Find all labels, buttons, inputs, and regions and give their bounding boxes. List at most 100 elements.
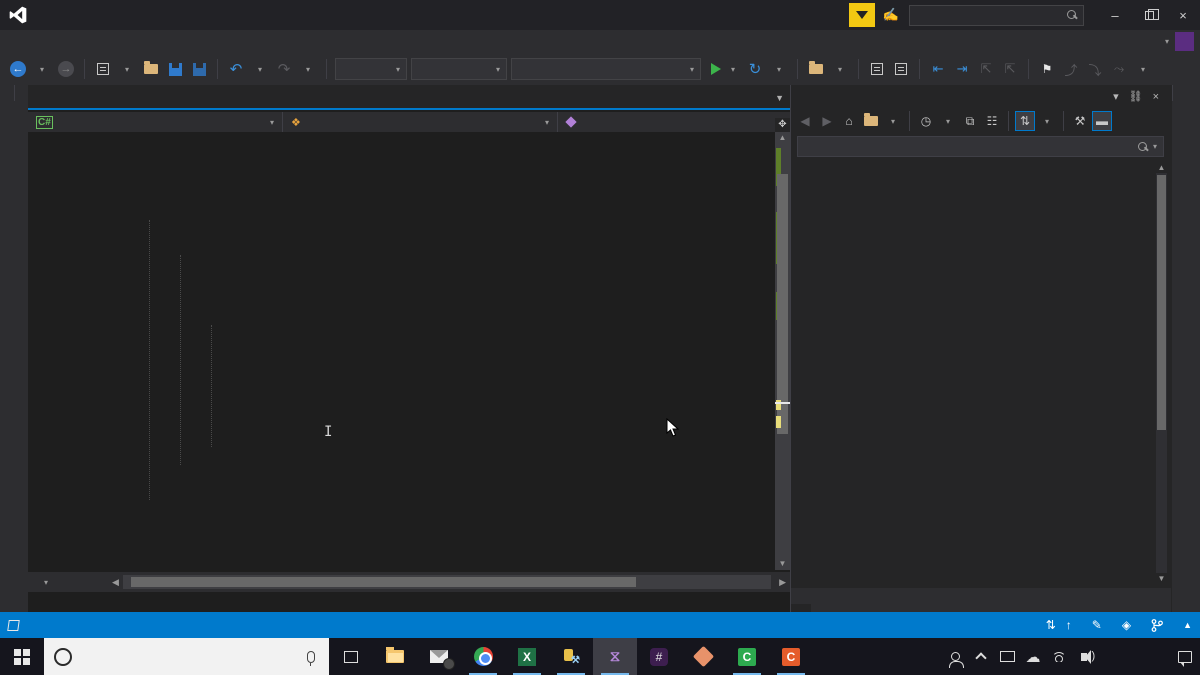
- display-icon[interactable]: [994, 651, 1020, 662]
- bookmark-icon[interactable]: ⚑: [1037, 59, 1057, 79]
- properties-wrench-icon[interactable]: ⚒: [1070, 111, 1090, 131]
- tab-team-explorer[interactable]: [811, 604, 831, 612]
- feedback-filter-icon[interactable]: [848, 3, 875, 27]
- indent-extra1-icon[interactable]: ⇱: [976, 59, 996, 79]
- home-icon[interactable]: ⌂: [839, 111, 859, 131]
- navigate-forward-icon[interactable]: →: [56, 59, 76, 79]
- panel-close-icon[interactable]: ×: [1148, 91, 1164, 103]
- panel-options-caret-icon[interactable]: ▾: [1108, 90, 1124, 103]
- editor-vertical-scrollbar[interactable]: ✥ ▲ ▼: [775, 118, 790, 570]
- refresh-caret-icon[interactable]: ▾: [769, 59, 789, 79]
- mail-button[interactable]: [417, 638, 461, 675]
- startup-project-dropdown[interactable]: ▾: [511, 58, 701, 80]
- se-scroll-up-icon[interactable]: ▲: [1156, 163, 1167, 172]
- camtasia-green-button[interactable]: C: [725, 638, 769, 675]
- new-file-icon[interactable]: [93, 59, 113, 79]
- onedrive-cloud-icon[interactable]: ☁: [1020, 648, 1046, 666]
- open-file-icon[interactable]: [141, 59, 161, 79]
- pending-changes-filter-icon[interactable]: ◷: [916, 111, 936, 131]
- prev-bookmark-icon[interactable]: ⤴: [1061, 59, 1081, 79]
- tray-expand-chevron-icon[interactable]: [968, 651, 994, 664]
- editor-horizontal-scrollbar[interactable]: [122, 575, 772, 589]
- back-caret-icon[interactable]: ▾: [32, 59, 52, 79]
- start-button[interactable]: [0, 638, 44, 675]
- hscroll-right-arrow-icon[interactable]: ▶: [775, 577, 790, 588]
- tab-solution-explorer[interactable]: [791, 604, 811, 612]
- find-in-files-icon[interactable]: [806, 59, 826, 79]
- scrollbar-thumb[interactable]: [777, 174, 788, 434]
- unpushed-commits-icon[interactable]: ↑: [1066, 618, 1072, 632]
- show-all-files-icon[interactable]: ▬: [1092, 111, 1112, 131]
- save-icon[interactable]: [165, 59, 185, 79]
- action-center-button[interactable]: [1170, 650, 1200, 667]
- sql-server-object-explorer-tab[interactable]: [0, 85, 15, 101]
- split-editor-grip-icon[interactable]: ✥: [775, 118, 790, 132]
- project-scope-dropdown[interactable]: C# ▾: [28, 112, 283, 132]
- redo-icon[interactable]: ↷: [274, 59, 294, 79]
- task-view-button[interactable]: [329, 638, 373, 675]
- sync-with-active-document-icon[interactable]: ⇅: [1015, 111, 1035, 131]
- zoom-dropdown[interactable]: ▾: [28, 578, 108, 587]
- scroll-down-arrow-icon[interactable]: ▼: [775, 558, 790, 570]
- volume-icon[interactable]: [1072, 649, 1098, 664]
- quick-launch-input[interactable]: [909, 4, 1084, 26]
- find-caret-icon[interactable]: ▾: [830, 59, 850, 79]
- next-bookmark-icon[interactable]: ⤵: [1085, 59, 1105, 79]
- se-back-icon[interactable]: ◀: [795, 111, 815, 131]
- pending-edits-icon[interactable]: ✎: [1092, 618, 1102, 632]
- switch-views-icon[interactable]: [861, 111, 881, 131]
- se-scrollbar-thumb[interactable]: [1157, 175, 1166, 430]
- save-all-icon[interactable]: [189, 59, 209, 79]
- send-feedback-icon[interactable]: ✍: [883, 7, 899, 23]
- uncomment-icon[interactable]: [891, 59, 911, 79]
- account-caret-icon[interactable]: ▾: [1165, 37, 1169, 46]
- close-button[interactable]: ×: [1166, 1, 1200, 29]
- scroll-up-arrow-icon[interactable]: ▲: [775, 132, 790, 144]
- ssms-button[interactable]: ⚒: [549, 638, 593, 675]
- pull-requests-icon[interactable]: ⇅: [1046, 618, 1056, 632]
- chrome-button[interactable]: [461, 638, 505, 675]
- collapse-all-icon[interactable]: ⧉: [960, 111, 980, 131]
- repository-icon[interactable]: ◈: [1122, 618, 1131, 632]
- redo-caret-icon[interactable]: ▾: [298, 59, 318, 79]
- se-scroll-down-icon[interactable]: ▼: [1156, 574, 1167, 583]
- cube-app-button[interactable]: [681, 638, 725, 675]
- refresh-icon[interactable]: ↻: [745, 59, 765, 79]
- switch-views-caret-icon[interactable]: ▾: [883, 111, 903, 131]
- solution-explorer-search-input[interactable]: ▾: [797, 136, 1164, 157]
- pin-icon[interactable]: ⛓: [1124, 90, 1148, 103]
- account-avatar[interactable]: [1175, 32, 1194, 51]
- clear-bookmarks-icon[interactable]: ⤳: [1109, 59, 1129, 79]
- decrease-indent-icon[interactable]: ⇤: [928, 59, 948, 79]
- restore-button[interactable]: [1132, 1, 1166, 29]
- file-explorer-button[interactable]: [373, 638, 417, 675]
- properties-window-icon[interactable]: ☷: [982, 111, 1002, 131]
- undo-icon[interactable]: ↶: [226, 59, 246, 79]
- undo-caret-icon[interactable]: ▾: [250, 59, 270, 79]
- indent-extra2-icon[interactable]: ⇱: [1000, 59, 1020, 79]
- slack-button[interactable]: #: [637, 638, 681, 675]
- solution-explorer-scrollbar[interactable]: ▲ ▼: [1156, 163, 1167, 583]
- configuration-dropdown[interactable]: ▾: [335, 58, 407, 80]
- wifi-icon[interactable]: [1046, 651, 1072, 662]
- type-scope-dropdown[interactable]: ❖ ▾: [283, 112, 558, 132]
- platform-dropdown[interactable]: ▾: [411, 58, 507, 80]
- excel-button[interactable]: X: [505, 638, 549, 675]
- branch-caret-icon[interactable]: ▲: [1183, 620, 1192, 630]
- camtasia-red-button[interactable]: C: [769, 638, 813, 675]
- member-scope-dropdown[interactable]: ▾: [558, 112, 790, 132]
- code-text-area[interactable]: [28, 132, 775, 570]
- taskbar-search-input[interactable]: [44, 638, 329, 675]
- hscroll-left-arrow-icon[interactable]: ◀: [108, 577, 123, 588]
- toolbar-overflow-caret-icon[interactable]: ▾: [1133, 59, 1153, 79]
- tab-overflow-caret-icon[interactable]: ▼: [775, 93, 784, 103]
- diagnostic-tools-tab[interactable]: [1172, 85, 1187, 101]
- hscrollbar-thumb[interactable]: [130, 577, 637, 587]
- microphone-icon[interactable]: [307, 650, 315, 666]
- minimize-button[interactable]: –: [1098, 1, 1132, 29]
- increase-indent-icon[interactable]: ⇥: [952, 59, 972, 79]
- people-icon[interactable]: [942, 652, 968, 668]
- visual-studio-button[interactable]: ⧖: [593, 638, 637, 675]
- pending-changes-caret-icon[interactable]: ▾: [938, 111, 958, 131]
- start-debugging-button[interactable]: ▾: [705, 63, 741, 75]
